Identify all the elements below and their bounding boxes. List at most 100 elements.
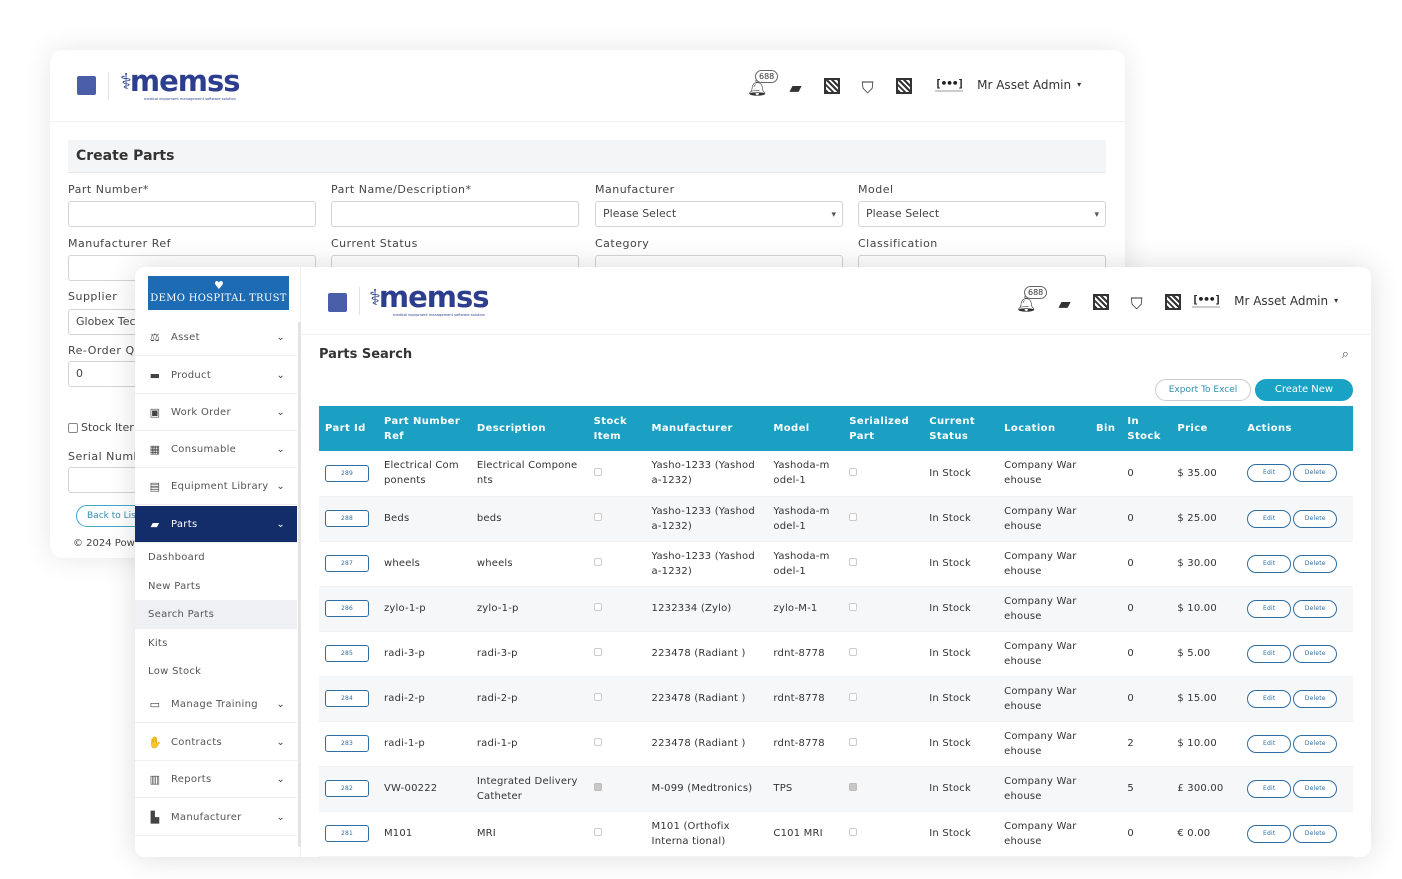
stock-item-checkbox[interactable] [593, 648, 602, 656]
manufacturer-select[interactable]: Please Select [595, 201, 843, 227]
create-new-button[interactable]: Create New [1255, 379, 1353, 401]
edit-button[interactable]: Edit [1247, 734, 1292, 753]
delete-button[interactable]: Delete [1293, 734, 1338, 753]
sidebar-scrollbar[interactable] [298, 322, 301, 847]
column-header[interactable]: Current Status [923, 406, 999, 451]
edit-button[interactable]: Edit [1247, 644, 1292, 663]
column-header[interactable]: Stock Item [587, 406, 646, 451]
edit-button[interactable]: Edit [1247, 689, 1292, 708]
part-id-button[interactable]: 288 [325, 510, 369, 527]
part-name-input[interactable] [331, 201, 579, 227]
sidebar-sub-low-stock[interactable]: Low Stock [135, 657, 297, 686]
column-header[interactable]: Price [1171, 406, 1242, 451]
stock-item-checkbox[interactable] [593, 738, 602, 746]
stock-item-checkbox[interactable] [593, 467, 602, 476]
serialized-checkbox[interactable] [849, 467, 858, 476]
serialized-checkbox[interactable] [849, 738, 858, 746]
part-id-cell: 288 [319, 496, 378, 542]
note-icon[interactable]: ▰ [1058, 295, 1070, 312]
sidebar-item-consumable[interactable]: ▦ Consumable ⌄ [135, 431, 297, 468]
sidebar-item-contracts[interactable]: ✋ Contracts ⌄ [135, 724, 297, 761]
qr-code-icon[interactable] [823, 78, 840, 97]
bell-icon[interactable]: 🔔︎ 688 [1016, 285, 1048, 312]
column-header[interactable]: Bin [1090, 406, 1122, 451]
note-icon[interactable]: ▰ [789, 79, 801, 96]
qr-scan-icon[interactable] [1164, 294, 1181, 313]
sidebar-item-asset[interactable]: ⚖ Asset ⌄ [135, 319, 297, 356]
user-menu[interactable]: [•••] Mr Asset Admin ▾ [1192, 293, 1338, 308]
delete-button[interactable]: Delete [1293, 779, 1338, 798]
stock-item-checkbox[interactable] [593, 783, 602, 791]
edit-button[interactable]: Edit [1247, 779, 1292, 798]
qr-scan-icon[interactable] [895, 78, 912, 97]
qr-code-icon[interactable] [1092, 294, 1109, 313]
sidebar-item-reports[interactable]: ▥ Reports ⌄ [135, 761, 297, 798]
part-id-button[interactable]: 285 [325, 645, 369, 662]
delete-button[interactable]: Delete [1293, 824, 1338, 843]
memss-logo[interactable]: ⚕ memss medical equipment management soft… [369, 283, 490, 318]
stock-item-checkbox[interactable]: Stock Iter [68, 421, 134, 434]
user-menu[interactable]: [•••] Mr Asset Admin ▾ [935, 77, 1081, 92]
sidebar-item-manage-training[interactable]: ▭ Manage Training ⌄ [135, 686, 297, 723]
scanner-icon[interactable]: ⛉ [1131, 295, 1143, 312]
part-id-button[interactable]: 283 [325, 735, 369, 752]
edit-button[interactable]: Edit [1247, 599, 1292, 618]
part-id-button[interactable]: 289 [325, 464, 369, 482]
column-header[interactable]: Serialized Part [843, 406, 924, 451]
export-to-excel-button[interactable]: Export To Excel [1155, 379, 1251, 401]
edit-button[interactable]: Edit [1247, 464, 1292, 483]
sidebar-item-product[interactable]: ▬ Product ⌄ [135, 357, 297, 394]
part-id-button[interactable]: 281 [325, 825, 369, 842]
column-header[interactable]: Description [470, 406, 588, 451]
part-id-button[interactable]: 286 [325, 600, 369, 617]
edit-button[interactable]: Edit [1247, 554, 1292, 573]
serialized-checkbox[interactable] [849, 783, 858, 791]
menu-toggle-button[interactable] [77, 76, 96, 95]
sidebar-sub-search-parts[interactable]: Search Parts [135, 600, 297, 629]
sidebar-item-work-order[interactable]: ▣ Work Order ⌄ [135, 394, 297, 431]
column-header[interactable]: In Stock [1121, 406, 1172, 451]
stock-item-checkbox[interactable] [593, 828, 602, 836]
sidebar-sub-dashboard[interactable]: Dashboard [135, 543, 297, 572]
serialized-checkbox[interactable] [849, 648, 858, 656]
bell-icon[interactable]: 🔔︎ 688 [747, 69, 779, 96]
delete-button[interactable]: Delete [1293, 554, 1338, 573]
delete-button[interactable]: Delete [1293, 599, 1338, 618]
column-header[interactable]: Part Number Ref [377, 406, 471, 451]
scanner-icon[interactable]: ⛉ [862, 79, 874, 96]
delete-button[interactable]: Delete [1293, 509, 1338, 528]
sidebar-item-parts[interactable]: ▰ Parts ⌄ [135, 506, 297, 543]
part-number-input[interactable] [68, 201, 316, 227]
stock-item-checkbox[interactable] [593, 603, 602, 611]
delete-button[interactable]: Delete [1293, 644, 1338, 663]
stock-item-checkbox[interactable] [593, 513, 602, 521]
sidebar-sub-kits[interactable]: Kits [135, 629, 297, 658]
trust-logo[interactable]: ♥ DEMO HOSPITAL TRUST [148, 276, 289, 310]
model-select[interactable]: Please Select [858, 201, 1106, 227]
column-header[interactable]: Manufacturer [645, 406, 768, 451]
edit-button[interactable]: Edit [1247, 509, 1292, 528]
memss-logo[interactable]: ⚕ memss medical equipment management soft… [120, 67, 241, 102]
sidebar-item-manufacturer[interactable]: ▙ Manufacturer ⌄ [135, 799, 297, 836]
delete-button[interactable]: Delete [1293, 464, 1338, 483]
serialized-checkbox[interactable] [849, 513, 858, 521]
part-id-button[interactable]: 284 [325, 690, 369, 707]
column-header[interactable]: Model [767, 406, 844, 451]
menu-toggle-button[interactable] [328, 293, 347, 312]
serialized-checkbox[interactable] [849, 603, 858, 611]
delete-button[interactable]: Delete [1293, 689, 1338, 708]
in-stock-cell: 0 [1121, 676, 1172, 722]
sidebar-item-equipment-library[interactable]: ▤ Equipment Library ⌄ [135, 468, 297, 505]
column-header[interactable]: Part Id [319, 406, 378, 451]
part-id-button[interactable]: 282 [325, 780, 369, 797]
part-id-button[interactable]: 287 [325, 555, 369, 572]
edit-button[interactable]: Edit [1247, 824, 1292, 843]
stock-item-checkbox[interactable] [593, 693, 602, 701]
serialized-checkbox[interactable] [849, 693, 858, 701]
sidebar-sub-new-parts[interactable]: New Parts [135, 572, 297, 601]
stock-item-checkbox[interactable] [593, 558, 602, 566]
column-header[interactable]: Location [998, 406, 1090, 451]
serialized-checkbox[interactable] [849, 558, 858, 566]
search-icon[interactable]: ⌕ [1342, 347, 1349, 362]
serialized-checkbox[interactable] [849, 828, 858, 836]
